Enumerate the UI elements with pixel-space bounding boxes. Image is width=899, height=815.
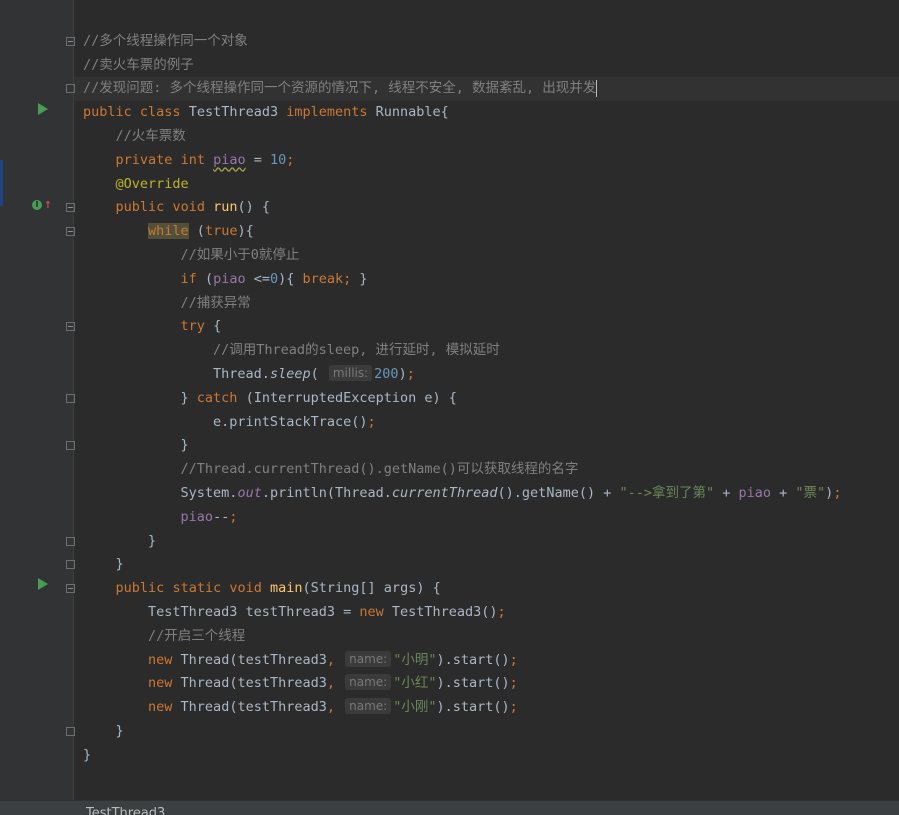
code-text: new Thread(testThread3, name: "小刚").start… bbox=[148, 698, 518, 716]
code-text: Thread.sleep( millis: 200); bbox=[83, 365, 415, 382]
parameter-hint: name: bbox=[345, 698, 392, 715]
code-line[interactable]: 11 while (true){ bbox=[74, 220, 899, 244]
code-text: try { bbox=[180, 318, 222, 335]
code-line[interactable]: 24 } bbox=[74, 530, 899, 554]
code-line[interactable]: 8 private int piao = 10; bbox=[74, 149, 899, 173]
code-text: //火车票数 bbox=[83, 128, 186, 144]
code-line[interactable]: 12 //如果小于0就停止 bbox=[74, 244, 899, 268]
code-line[interactable]: 14 //捕获异常 bbox=[74, 292, 899, 316]
code-text: } bbox=[83, 437, 189, 454]
fold-icon[interactable] bbox=[66, 203, 75, 213]
fold-icon[interactable] bbox=[66, 727, 75, 736]
code-line[interactable]: 7 //火车票数 bbox=[74, 125, 899, 149]
code-text: public class TestThread3 implements Runn… bbox=[83, 104, 449, 121]
code-line[interactable]: 21 //Thread.currentThread().getName()可以获… bbox=[74, 458, 899, 482]
fold-icon[interactable] bbox=[66, 393, 75, 403]
parameter-hint: name: bbox=[345, 650, 392, 667]
code-line[interactable]: 22 System.out.println(Thread.currentThre… bbox=[74, 482, 899, 506]
code-text: //调用Thread的sleep, 进行延时, 模拟延时 bbox=[83, 342, 500, 359]
code-text: while (true){ bbox=[148, 223, 254, 240]
code-line[interactable]: 34 bbox=[74, 768, 899, 792]
fold-icon[interactable] bbox=[66, 560, 75, 570]
code-line[interactable]: 25 } bbox=[74, 553, 899, 577]
code-line[interactable]: 9 @Override bbox=[74, 173, 899, 197]
code-line[interactable]: 26 public static void main(String[] args… bbox=[74, 577, 899, 601]
code-line[interactable]: 5//发现问题: 多个线程操作同一个资源的情况下, 线程不安全, 数据紊乱, 出… bbox=[74, 77, 899, 102]
code-text: System.out.println(Thread.currentThread(… bbox=[83, 485, 842, 501]
code-line[interactable]: 31 new Thread(testThread3, name:"小刚").st… bbox=[74, 696, 899, 720]
code-text: public static void main(String[] args) { bbox=[115, 580, 441, 597]
code-text: } bbox=[83, 746, 92, 763]
code-line[interactable]: 30 new Thread(testThread3, name:"小红").st… bbox=[74, 672, 899, 696]
code-text: public void run() { bbox=[115, 199, 270, 216]
code-line[interactable]: 32 } bbox=[74, 720, 899, 744]
code-text: //捕获异常 bbox=[83, 294, 251, 311]
code-text: } bbox=[83, 723, 124, 739]
run-icon[interactable] bbox=[38, 103, 48, 115]
code-line[interactable]: 3//多个线程操作同一个对象 bbox=[74, 30, 899, 54]
code-text: new Thread(testThread3, name: "小明").start… bbox=[148, 650, 518, 668]
code-text: //开启三个线程 bbox=[83, 627, 246, 644]
code-line[interactable]: 23 piao--; bbox=[74, 506, 899, 530]
fold-icon[interactable] bbox=[66, 36, 75, 46]
code-text: piao--; bbox=[180, 508, 238, 525]
text-caret bbox=[596, 79, 598, 97]
code-line[interactable]: 27 TestThread3 testThread3 = new TestThr… bbox=[74, 601, 899, 625]
parameter-hint: millis: bbox=[328, 365, 373, 381]
code-line[interactable]: 6public class TestThread3 implements Run… bbox=[74, 101, 899, 125]
code-text: //如果小于0就停止 bbox=[83, 247, 300, 263]
fold-icon[interactable] bbox=[66, 441, 75, 451]
code-line[interactable]: 16 //调用Thread的sleep, 进行延时, 模拟延时 bbox=[74, 339, 899, 363]
code-text: //Thread.currentThread().getName()可以获取线程… bbox=[83, 461, 579, 478]
window-edge-marker bbox=[0, 160, 3, 206]
code-text: new Thread(testThread3, name: "小红").start… bbox=[148, 674, 518, 692]
editor-gutter bbox=[0, 0, 73, 814]
fold-icon[interactable] bbox=[66, 227, 75, 237]
override-arrow-icon[interactable]: ↑ bbox=[44, 198, 52, 212]
code-line[interactable]: 17 Thread.sleep( millis:200); bbox=[74, 363, 899, 387]
fold-icon[interactable] bbox=[66, 322, 75, 332]
fold-icon[interactable] bbox=[66, 584, 75, 594]
code-text: //多个线程操作同一个对象 bbox=[83, 32, 248, 49]
code-text: @Override bbox=[115, 175, 189, 192]
code-line[interactable]: 18 } catch (InterruptedException e) { bbox=[74, 387, 899, 411]
code-line[interactable]: 29 new Thread(testThread3, name:"小明").st… bbox=[74, 649, 899, 673]
code-line[interactable]: 13 if (piao <=0){ break; } bbox=[74, 268, 899, 292]
run-icon[interactable] bbox=[38, 578, 48, 590]
fold-icon[interactable] bbox=[66, 536, 75, 546]
code-line[interactable]: 28 //开启三个线程 bbox=[74, 625, 899, 649]
implements-icon[interactable]: I bbox=[32, 200, 42, 210]
code-editor[interactable]: 23//多个线程操作同一个对象4//卖火车票的例子5//发现问题: 多个线程操作… bbox=[74, 0, 899, 800]
code-text: e.printStackTrace(); bbox=[83, 413, 376, 430]
code-line[interactable]: 33} bbox=[74, 744, 899, 768]
bottom-tool-bar: TestThread3 bbox=[0, 800, 899, 815]
code-line[interactable]: 15 try { bbox=[74, 315, 899, 339]
code-text: } bbox=[83, 532, 157, 549]
code-text: } bbox=[83, 556, 124, 573]
code-line[interactable]: 10 public void run() { bbox=[74, 196, 899, 220]
code-text: //发现问题: 多个线程操作同一个资源的情况下, 线程不安全, 数据紊乱, 出现… bbox=[83, 79, 598, 97]
parameter-hint: name: bbox=[345, 674, 392, 691]
code-text: TestThread3 testThread3 = new TestThread… bbox=[83, 604, 506, 620]
code-line[interactable]: 2 bbox=[74, 6, 899, 30]
code-line[interactable]: 19 e.printStackTrace(); bbox=[74, 411, 899, 435]
code-text: if (piao <=0){ break; } bbox=[180, 270, 368, 287]
code-text: private int piao = 10; bbox=[115, 151, 295, 168]
fold-icon[interactable] bbox=[66, 84, 75, 94]
code-line[interactable]: 20 } bbox=[74, 434, 899, 458]
code-text: } catch (InterruptedException e) { bbox=[83, 389, 457, 406]
code-line[interactable]: 4//卖火车票的例子 bbox=[74, 54, 899, 78]
code-text: //卖火车票的例子 bbox=[83, 56, 194, 73]
